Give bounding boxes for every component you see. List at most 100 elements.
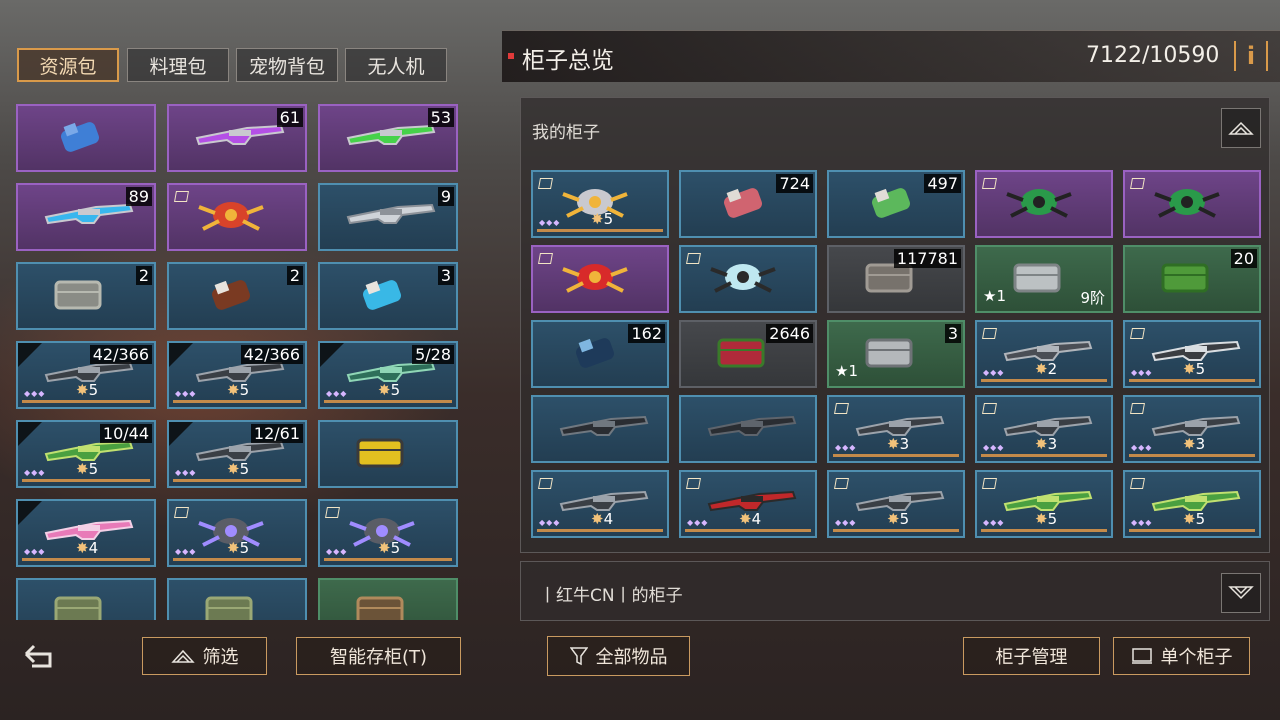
expand-button[interactable] bbox=[1221, 573, 1261, 613]
gear-icon: ✸ bbox=[227, 460, 240, 478]
right-slot[interactable]: 117781 bbox=[827, 245, 965, 313]
left-slot[interactable]: 10/44 ◆◆◆ ✸5 bbox=[16, 420, 156, 488]
all-items-button[interactable]: 全部物品 bbox=[547, 636, 690, 676]
right-slot[interactable]: 2646 bbox=[679, 320, 817, 388]
left-slot[interactable]: 42/366 ◆◆◆ ✸5 bbox=[167, 341, 307, 409]
right-slot[interactable] bbox=[679, 245, 817, 313]
star-icon: ★ bbox=[835, 362, 849, 380]
item-count: 42/366 bbox=[240, 345, 303, 364]
left-slot[interactable]: 2 bbox=[167, 262, 307, 330]
back-arrow-icon bbox=[24, 644, 52, 668]
chevron-up-icon bbox=[1228, 121, 1254, 135]
left-slot[interactable]: ◆◆◆ ✸4 bbox=[16, 499, 156, 567]
diamond-icon bbox=[834, 403, 849, 414]
left-slot[interactable]: 89 bbox=[16, 183, 156, 251]
right-slot[interactable]: ◆◆◆ ✸5 bbox=[531, 170, 669, 238]
canister-icon bbox=[553, 330, 633, 380]
progress-bar bbox=[22, 479, 150, 482]
left-slot[interactable]: 53 bbox=[318, 104, 458, 172]
left-slot[interactable]: 12/61 ◆◆◆ ✸5 bbox=[167, 420, 307, 488]
progress-bar bbox=[833, 529, 959, 532]
left-slot[interactable] bbox=[16, 104, 156, 172]
right-slot[interactable]: 20 bbox=[1123, 245, 1261, 313]
diamond-icon bbox=[174, 507, 189, 518]
item-count: 162 bbox=[628, 324, 665, 343]
right-slot[interactable]: ◆◆◆ ✸5 bbox=[1123, 320, 1261, 388]
green-vial-icon bbox=[849, 180, 929, 230]
left-slot[interactable] bbox=[167, 183, 307, 251]
diamond-icon bbox=[982, 403, 997, 414]
left-slot[interactable]: 42/366 ◆◆◆ ✸5 bbox=[16, 341, 156, 409]
gear-icon: ✸ bbox=[378, 381, 391, 399]
right-slot[interactable] bbox=[531, 245, 669, 313]
right-slot[interactable]: ◆◆◆ ✸3 bbox=[827, 395, 965, 463]
left-slot[interactable] bbox=[16, 578, 156, 620]
right-slot[interactable]: ◆◆◆ ✸4 bbox=[679, 470, 817, 538]
rarity-dots: ◆◆◆ bbox=[326, 389, 348, 398]
smart-store-button[interactable]: 智能存柜(T) bbox=[296, 637, 461, 675]
item-level: ✸5 bbox=[1035, 510, 1058, 528]
left-slot[interactable]: 9 bbox=[318, 183, 458, 251]
right-slot[interactable]: ◆◆◆ ✸2 bbox=[975, 320, 1113, 388]
single-locker-label: 单个柜子 bbox=[1160, 647, 1233, 668]
item-level: ✸4 bbox=[739, 510, 762, 528]
tab-pet-backpack[interactable]: 宠物背包 bbox=[236, 48, 338, 82]
left-slot[interactable]: 5/28 ◆◆◆ ✸5 bbox=[318, 341, 458, 409]
progress-bar bbox=[833, 454, 959, 457]
locker-manage-button[interactable]: 柜子管理 bbox=[963, 637, 1100, 675]
left-slot[interactable] bbox=[318, 420, 458, 488]
my-locker-panel: 我的柜子 ◆◆◆ ✸5 724 497 117781 ★1 9阶 20 162 2646 3 ★1 ◆◆… bbox=[520, 97, 1270, 553]
gear-icon: ✸ bbox=[76, 539, 89, 557]
smg-icon bbox=[701, 405, 801, 449]
green-drone-icon bbox=[997, 180, 1081, 228]
other-locker-panel[interactable]: 丨红牛CN丨的柜子 bbox=[520, 561, 1270, 621]
rarity-dots: ◆◆◆ bbox=[983, 368, 1005, 377]
filter-button[interactable]: 筛选 bbox=[142, 637, 267, 675]
right-slot[interactable]: 724 bbox=[679, 170, 817, 238]
right-slot[interactable]: ◆◆◆ ✸3 bbox=[1123, 395, 1261, 463]
gear-icon: ✸ bbox=[591, 510, 604, 528]
left-slot[interactable] bbox=[167, 578, 307, 620]
diamond-icon bbox=[1130, 178, 1145, 189]
rarity-dots: ◆◆◆ bbox=[539, 218, 561, 227]
right-slot[interactable] bbox=[679, 395, 817, 463]
left-slot[interactable]: 61 bbox=[167, 104, 307, 172]
right-slot[interactable] bbox=[531, 395, 669, 463]
right-slot[interactable]: 497 bbox=[827, 170, 965, 238]
left-slot[interactable]: ◆◆◆ ✸5 bbox=[318, 499, 458, 567]
left-slot[interactable] bbox=[318, 578, 458, 620]
red-vial-icon bbox=[701, 180, 781, 230]
back-button[interactable] bbox=[20, 640, 56, 672]
info-button[interactable]: i bbox=[1234, 41, 1268, 71]
right-slot[interactable]: 162 bbox=[531, 320, 669, 388]
tab-cooking-pack[interactable]: 料理包 bbox=[127, 48, 229, 82]
left-slot[interactable]: 2 bbox=[16, 262, 156, 330]
gear-icon: ✸ bbox=[739, 510, 752, 528]
right-slot[interactable]: ◆◆◆ ✸5 bbox=[1123, 470, 1261, 538]
right-slot[interactable]: 3 ★1 bbox=[827, 320, 965, 388]
right-slot[interactable] bbox=[1123, 170, 1261, 238]
tab-resource-pack[interactable]: 资源包 bbox=[17, 48, 119, 82]
right-slot[interactable]: ◆◆◆ ✸4 bbox=[531, 470, 669, 538]
item-level: ✸3 bbox=[1035, 435, 1058, 453]
right-slot[interactable]: ◆◆◆ ✸5 bbox=[975, 470, 1113, 538]
single-locker-button[interactable]: 单个柜子 bbox=[1113, 637, 1250, 675]
tab-drone[interactable]: 无人机 bbox=[345, 48, 447, 82]
star-rating: ★1 bbox=[983, 287, 1006, 305]
right-slot[interactable] bbox=[975, 170, 1113, 238]
progress-bar bbox=[537, 229, 663, 232]
right-slot[interactable]: ◆◆◆ ✸5 bbox=[827, 470, 965, 538]
item-level: ✸2 bbox=[1035, 360, 1058, 378]
collapse-button[interactable] bbox=[1221, 108, 1261, 148]
gear-icon: ✸ bbox=[1183, 510, 1196, 528]
crate-icon bbox=[38, 272, 118, 322]
right-slot[interactable]: ◆◆◆ ✸3 bbox=[975, 395, 1113, 463]
gear-icon: ✸ bbox=[887, 510, 900, 528]
left-slot[interactable]: ◆◆◆ ✸5 bbox=[167, 499, 307, 567]
diamond-icon bbox=[982, 178, 997, 189]
pipes-icon bbox=[849, 330, 929, 380]
right-slot[interactable]: ★1 9阶 bbox=[975, 245, 1113, 313]
rarity-dots: ◆◆◆ bbox=[175, 547, 197, 556]
leaf-icon bbox=[1145, 255, 1225, 305]
left-slot[interactable]: 3 bbox=[318, 262, 458, 330]
